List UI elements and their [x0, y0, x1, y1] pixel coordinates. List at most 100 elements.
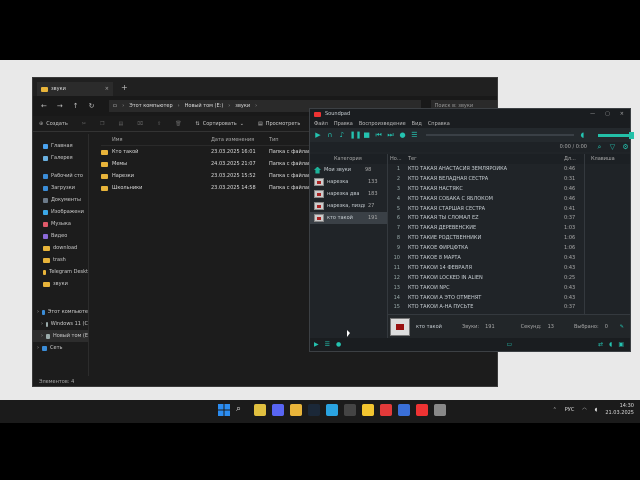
yandex-icon[interactable]	[362, 404, 374, 416]
record-icon[interactable]: ●	[336, 341, 341, 348]
sidebar-item-video[interactable]: Видео	[33, 230, 88, 242]
new-tab-button[interactable]: +	[121, 83, 128, 92]
settings-icon[interactable]: ⚙	[621, 143, 630, 152]
now-playing-thumbnail	[390, 317, 410, 336]
create-button[interactable]: ⊕ Создать	[39, 121, 68, 127]
back-icon[interactable]: ←	[41, 102, 47, 110]
yandex-browser-icon[interactable]	[380, 404, 392, 416]
menu-item[interactable]: Справка	[428, 121, 450, 127]
filter-icon[interactable]: ▽	[608, 143, 617, 152]
cut-icon[interactable]: ✂	[82, 121, 86, 127]
volume-icon[interactable]: ◖	[595, 407, 598, 413]
sidebar-item-gallery[interactable]: Галерея	[33, 152, 88, 164]
folder-icon[interactable]	[290, 404, 302, 416]
mic-icon[interactable]: ♪	[338, 131, 346, 140]
tree-item-windows[interactable]: › Windows 11 (C	[33, 318, 88, 330]
breadcrumb-item[interactable]: Новый том (E:)	[185, 103, 224, 109]
list-icon[interactable]: ☰	[325, 341, 330, 348]
selected-count: 0	[604, 323, 608, 330]
menu-item[interactable]: Правка	[334, 121, 353, 127]
sidebar-item-pictures[interactable]: Изображени	[33, 206, 88, 218]
wifi-icon[interactable]: ◠	[582, 407, 586, 413]
column-name[interactable]: Имя	[101, 137, 211, 143]
app-icon[interactable]	[434, 404, 446, 416]
menu-item[interactable]: Файл	[314, 121, 328, 127]
language-indicator[interactable]: РУС	[565, 407, 575, 413]
category-thumbnail	[314, 202, 324, 210]
discord-icon[interactable]	[272, 404, 284, 416]
share-icon[interactable]: ⇪	[157, 121, 161, 127]
category-item[interactable]: нарезка два 183	[310, 188, 387, 200]
sidebar-item-download-folder[interactable]: download	[33, 242, 88, 254]
volume-slider[interactable]	[598, 131, 634, 139]
telegram-icon[interactable]	[326, 404, 338, 416]
close-tab-icon[interactable]: ×	[105, 86, 109, 92]
category-item-selected[interactable]: кто такой 191	[310, 212, 387, 224]
sort-button[interactable]: ⇅ Сортировать ⌄	[196, 121, 244, 127]
close-icon[interactable]: ×	[620, 111, 624, 117]
edit-icon[interactable]: ✎	[620, 324, 624, 330]
sidebar-item-telegram[interactable]: Telegram Deskt	[33, 266, 88, 278]
unity-icon[interactable]	[344, 404, 356, 416]
search-icon[interactable]: ⌕	[595, 143, 604, 152]
next-icon[interactable]: ⏭	[387, 131, 395, 140]
sidebar-item-documents[interactable]: Документы	[33, 194, 88, 206]
files-icon[interactable]	[254, 404, 266, 416]
steam-icon[interactable]	[308, 404, 320, 416]
sidebar-item-zvuki[interactable]: звуки	[33, 278, 88, 290]
waveform-icon[interactable]: ▭	[506, 341, 512, 348]
play-icon[interactable]: ▶	[314, 131, 322, 140]
forward-icon[interactable]: →	[57, 102, 63, 110]
output-icon[interactable]: ▣	[618, 341, 624, 348]
up-icon[interactable]: ↑	[73, 102, 79, 110]
repeat-icon[interactable]: ⇄	[598, 341, 603, 348]
youtube-icon[interactable]	[416, 404, 428, 416]
sidebar-item-home[interactable]: Главная	[33, 140, 88, 152]
taskbar-apps: ⌕	[218, 404, 446, 416]
previous-icon[interactable]: ⏮	[375, 131, 383, 140]
view-button[interactable]: ▤ Просмотреть	[258, 121, 300, 127]
column-date[interactable]: Дата изменения	[211, 137, 269, 143]
category-item[interactable]: Мои звуки 98	[310, 164, 387, 176]
start-icon[interactable]	[218, 404, 230, 416]
mute-icon[interactable]: ◖	[609, 341, 612, 348]
breadcrumb-item[interactable]: Этот компьютер	[129, 103, 172, 109]
list-icon[interactable]: ☰	[410, 131, 418, 140]
folder-icon	[43, 245, 50, 251]
category-thumbnail	[314, 190, 324, 198]
clock[interactable]: 14:30 21.03.2025	[605, 403, 634, 417]
stop-icon[interactable]: ■	[363, 131, 371, 140]
minimize-icon[interactable]: —	[590, 111, 595, 117]
sidebar-item-trash[interactable]: trash	[33, 254, 88, 266]
track-title: КТО ТАКАЯ АНАСТАСИЯ ЗЕМЛЯРОЙКА	[408, 165, 508, 172]
sidebar-item-downloads[interactable]: Загрузки	[33, 182, 88, 194]
tree-item-new-volume[interactable]: › Новый том (E	[33, 330, 88, 342]
pause-icon[interactable]: ❚❚	[350, 131, 362, 140]
record-icon[interactable]: ●	[399, 131, 407, 140]
headphones-icon[interactable]: ∩	[326, 131, 334, 140]
maximize-icon[interactable]: ▢	[605, 111, 610, 117]
explorer-tab[interactable]: звуки ×	[37, 82, 113, 96]
search-icon[interactable]: ⌕	[236, 404, 248, 416]
tray-chevron-icon[interactable]: ⌃	[553, 407, 557, 413]
category-item[interactable]: нарезка, пиздюки 27	[310, 200, 387, 212]
menu-item[interactable]: Вид	[412, 121, 422, 127]
tree-item-this-pc[interactable]: › Этот компьюте	[33, 306, 88, 318]
refresh-icon[interactable]: ↻	[89, 102, 95, 110]
delete-icon[interactable]: 🗑	[175, 121, 181, 127]
copy-icon[interactable]: ❐	[100, 121, 104, 127]
menu-item[interactable]: Воспроизведение	[359, 121, 406, 127]
tree-item-network[interactable]: › Сеть	[33, 342, 88, 354]
sidebar-item-desktop[interactable]: Рабочий сто	[33, 170, 88, 182]
rename-icon[interactable]: ⌧	[137, 121, 143, 127]
seek-bar[interactable]	[426, 134, 575, 136]
sidebar-item-music[interactable]: Музыка	[33, 218, 88, 230]
soundpad-window: Soundpad — ▢ × Файл Правка Воспроизведен…	[309, 108, 634, 352]
track-duration: 1:06	[564, 245, 576, 252]
category-item[interactable]: нарезка 133	[310, 176, 387, 188]
play-icon[interactable]: ▶	[314, 341, 319, 348]
paste-icon[interactable]: ▤	[118, 121, 123, 127]
vk-icon[interactable]	[398, 404, 410, 416]
breadcrumb-item[interactable]: звуки	[235, 103, 250, 109]
volume-icon[interactable]: ◖	[578, 131, 586, 140]
